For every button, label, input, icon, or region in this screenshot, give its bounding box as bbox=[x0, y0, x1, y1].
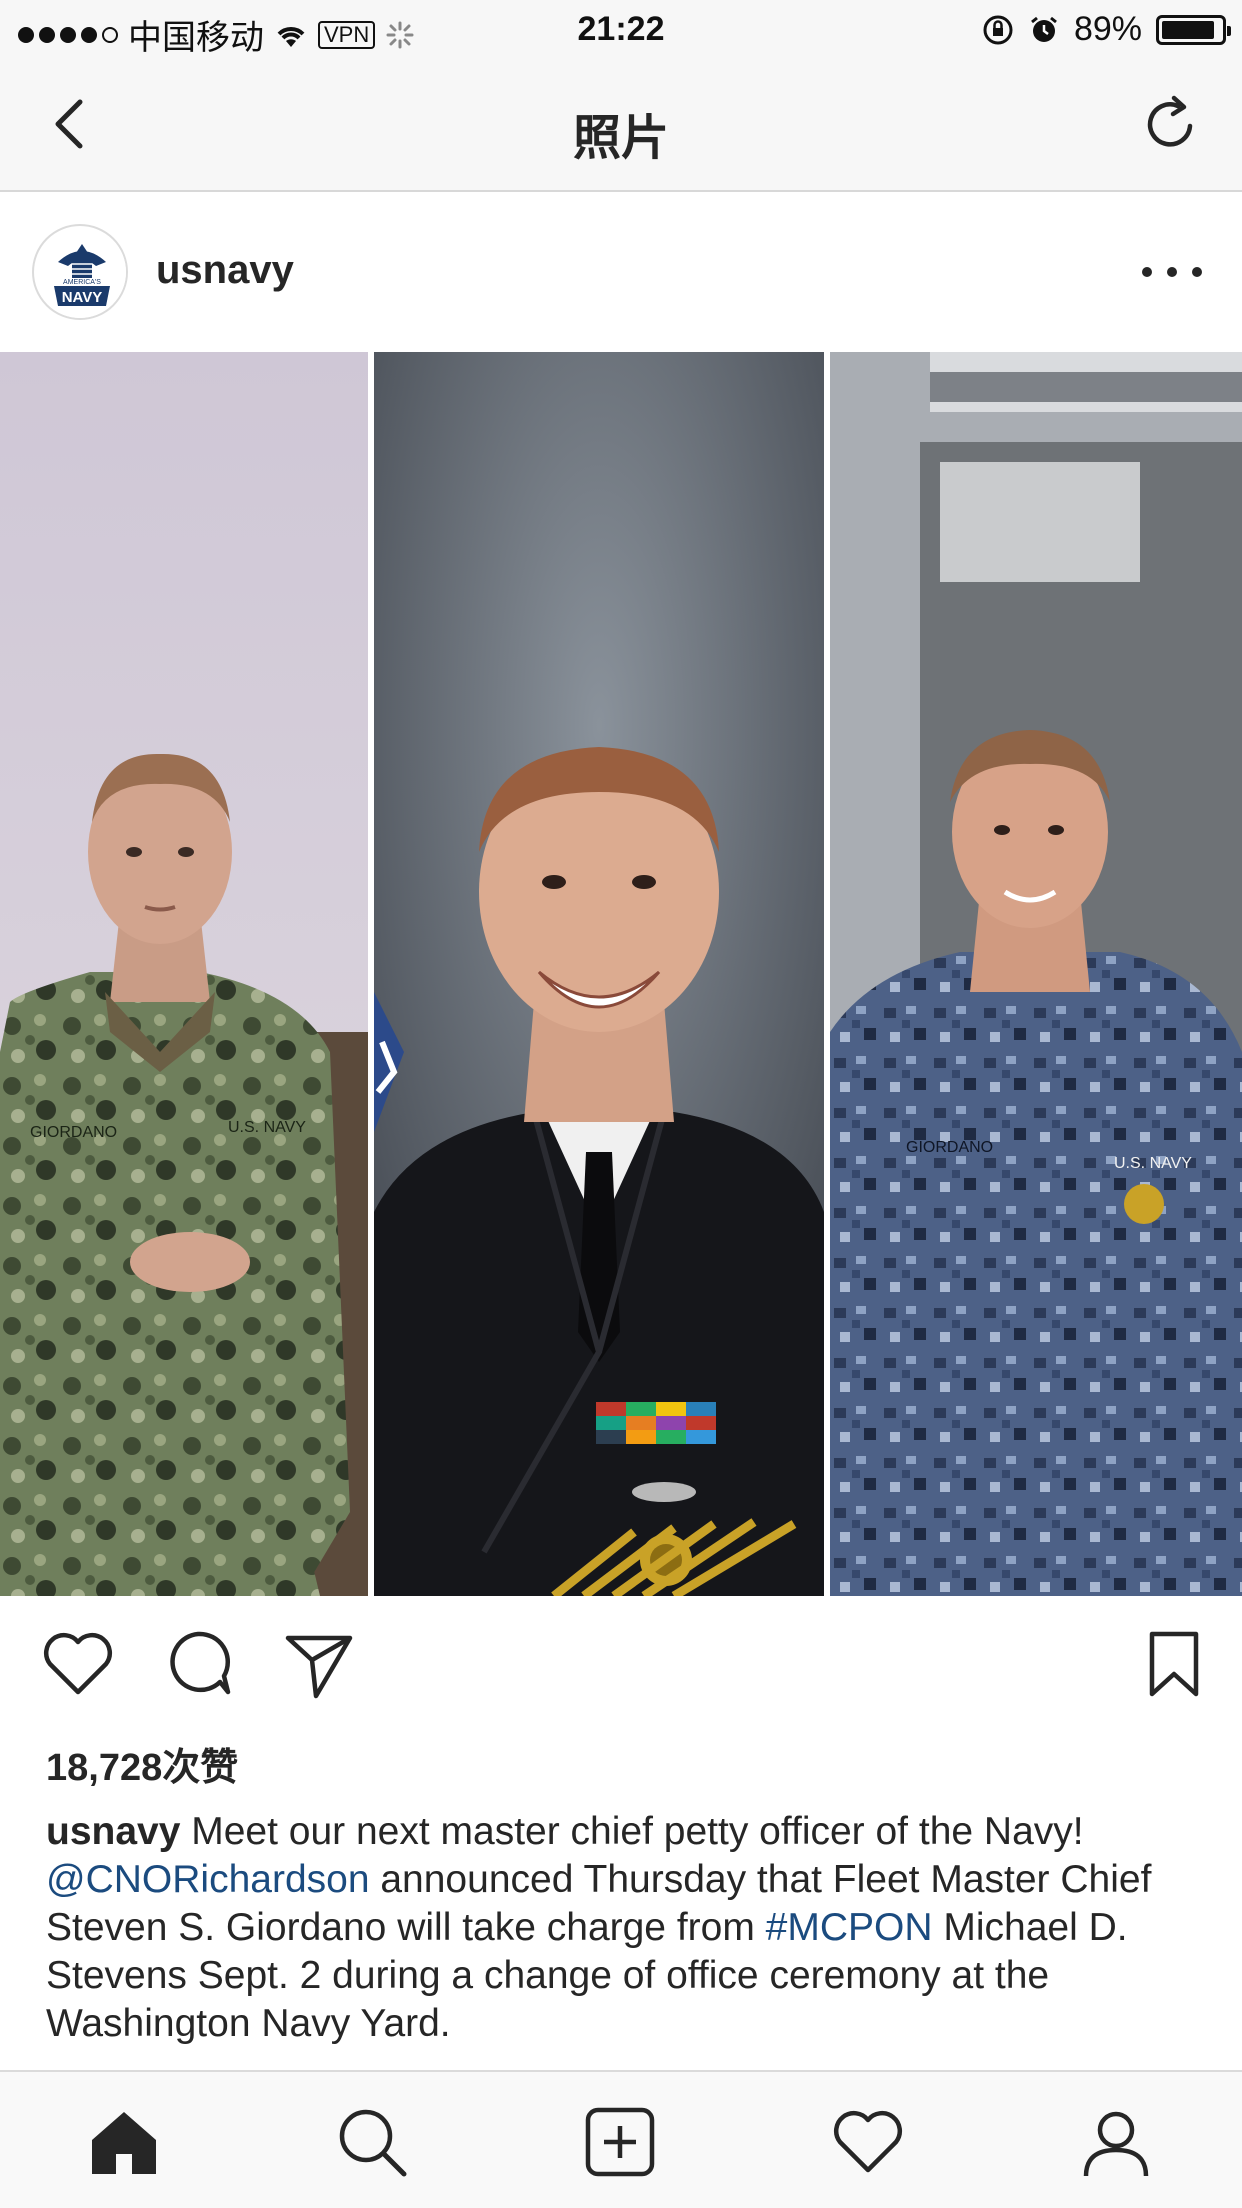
avatar[interactable]: NAVY AMERICA'S bbox=[32, 224, 128, 320]
branch-tape-right: U.S. NAVY bbox=[1114, 1155, 1192, 1172]
refresh-icon[interactable] bbox=[1138, 92, 1202, 156]
ribbon-rack bbox=[596, 1402, 716, 1444]
sailor-green-uniform-image: GIORDANO U.S. NAVY bbox=[0, 352, 368, 1596]
sailor-dress-uniform-image bbox=[374, 352, 824, 1596]
photo-panel-middle bbox=[374, 352, 824, 1596]
comment-bubble-icon[interactable] bbox=[160, 1626, 236, 1702]
more-options-icon[interactable] bbox=[1142, 252, 1202, 292]
branch-tape-left: U.S. NAVY bbox=[228, 1119, 306, 1136]
post-actions bbox=[0, 1620, 1242, 1720]
tab-bar bbox=[0, 2070, 1242, 2208]
home-icon[interactable] bbox=[86, 2104, 162, 2180]
search-icon[interactable] bbox=[334, 2104, 410, 2180]
name-tape-right: GIORDANO bbox=[906, 1139, 993, 1156]
activity-heart-icon[interactable] bbox=[830, 2104, 906, 2180]
navy-logo-icon: NAVY AMERICA'S bbox=[36, 228, 126, 318]
photo-panel-left: GIORDANO U.S. NAVY bbox=[0, 352, 368, 1596]
svg-text:AMERICA'S: AMERICA'S bbox=[63, 279, 101, 286]
photo-panel-right: GIORDANO U.S. NAVY bbox=[830, 352, 1242, 1596]
svg-text:NAVY: NAVY bbox=[62, 289, 103, 306]
post-username[interactable]: usnavy bbox=[156, 248, 294, 293]
battery-icon bbox=[1156, 14, 1231, 45]
alarm-icon bbox=[1031, 16, 1057, 42]
page-title: 照片 bbox=[572, 112, 669, 165]
add-post-icon[interactable] bbox=[582, 2104, 658, 2180]
sailor-blue-uniform-image: GIORDANO U.S. NAVY bbox=[830, 352, 1242, 1596]
post-header: NAVY AMERICA'S usnavy bbox=[0, 194, 1242, 352]
like-heart-icon[interactable] bbox=[40, 1626, 116, 1702]
status-right: 89% bbox=[982, 10, 1231, 49]
orientation-lock-icon bbox=[983, 15, 1013, 44]
name-tape-left: GIORDANO bbox=[30, 1124, 117, 1141]
caption-username[interactable]: usnavy bbox=[46, 1810, 180, 1853]
share-send-icon[interactable] bbox=[280, 1626, 356, 1702]
bookmark-icon[interactable] bbox=[1136, 1626, 1212, 1702]
post-photo[interactable]: GIORDANO U.S. NAVY GIORDANO U.S. NAVY bbox=[0, 352, 1242, 1596]
caption-text-line1: Meet our next master chief petty officer… bbox=[180, 1810, 1084, 1853]
post-caption: usnavy Meet our next master chief petty … bbox=[46, 1808, 1206, 2070]
like-count[interactable]: 18,728次赞 bbox=[46, 1736, 238, 1791]
caption-hashtag[interactable]: #MCPON bbox=[766, 1906, 933, 1949]
navigation-bar: 照片 bbox=[0, 62, 1242, 192]
status-bar: 中国移动 VPN 21:22 89% bbox=[0, 0, 1242, 62]
profile-icon[interactable] bbox=[1078, 2104, 1154, 2180]
caption-mention[interactable]: @CNORichardson bbox=[46, 1858, 370, 1901]
battery-percent: 89% bbox=[1073, 10, 1142, 48]
